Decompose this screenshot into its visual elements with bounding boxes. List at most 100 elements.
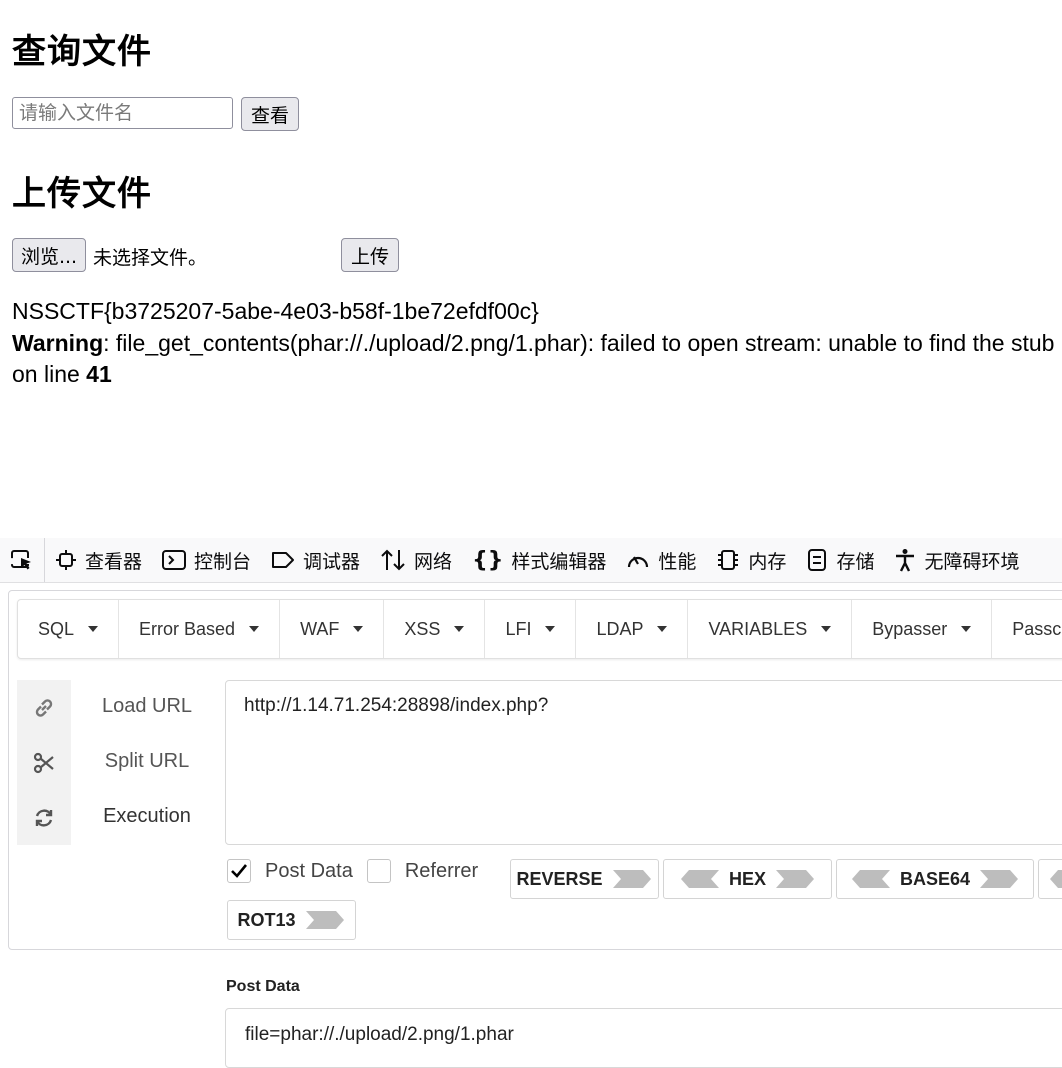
console-icon	[162, 550, 187, 570]
line-prefix: on line	[12, 361, 87, 387]
tab-label: 查看器	[85, 550, 143, 573]
load-url-button[interactable]: Load URL	[87, 695, 207, 718]
php-output: NSSCTF{b3725207-5abe-4e03-b58f-1be72efdf…	[12, 296, 1054, 391]
menu-label: Bypasser	[872, 618, 948, 639]
tab-label: 控制台	[194, 550, 252, 573]
caret-down-icon	[454, 626, 465, 632]
menu-label: VARIABLES	[708, 618, 808, 639]
tab-console[interactable]: 控制台	[152, 538, 261, 582]
menu-label: LFI	[505, 618, 532, 639]
hex-button[interactable]: HEX	[663, 859, 832, 899]
tab-style-editor[interactable]: {} 样式编辑器	[462, 538, 616, 582]
encoder-label: REVERSE	[516, 868, 603, 889]
caret-down-icon	[88, 626, 99, 632]
split-url-button[interactable]: Split URL	[87, 750, 207, 773]
arrow-left-icon	[851, 870, 890, 888]
hackbar-menu: SQL Error Based WAF XSS LFI LDAP VARIABL…	[17, 599, 1062, 659]
encoder-label: BASE64	[899, 868, 971, 889]
accessibility-icon	[896, 549, 915, 572]
caret-down-icon	[249, 626, 260, 632]
line-number: 41	[86, 361, 112, 387]
encoder-label: ROT13	[237, 909, 296, 930]
arrow-right-icon	[305, 911, 344, 929]
style-editor-icon: {}	[472, 547, 504, 573]
post-data-label: Post Data	[265, 859, 353, 882]
execute-button[interactable]: Execution	[87, 805, 207, 828]
arrow-right-icon	[612, 870, 651, 888]
refresh-icon[interactable]	[17, 790, 71, 845]
inspector-icon	[56, 550, 76, 570]
referrer-label: Referrer	[404, 859, 479, 882]
hackbar-panel: SQL Error Based WAF XSS LFI LDAP VARIABL…	[8, 590, 1062, 950]
upload-heading: 上传文件	[12, 174, 152, 214]
url-textarea[interactable]: http://1.14.71.254:28898/index.php?	[225, 680, 1062, 845]
warning-label: Warning	[12, 329, 104, 356]
flag-text: NSSCTF{b3725207-5abe-4e03-b58f-1be72efdf…	[12, 298, 539, 324]
line-info: on line 41	[12, 359, 1054, 391]
arrow-right-icon	[776, 870, 814, 888]
caret-down-icon	[353, 626, 364, 632]
menu-passcode[interactable]: Passcode	[992, 600, 1062, 658]
arrow-left-icon	[680, 870, 719, 888]
menu-bypasser[interactable]: Bypasser	[852, 600, 993, 658]
upload-button[interactable]: 上传	[341, 238, 399, 272]
post-data-heading: Post Data	[226, 978, 300, 995]
network-icon	[381, 549, 405, 571]
warning-text: : file_get_contents(phar://./upload/2.pn…	[103, 329, 1055, 356]
arrow-right-icon	[980, 870, 1019, 888]
base64-button[interactable]: BASE64	[836, 859, 1034, 899]
tab-label: 性能	[658, 550, 697, 573]
tab-performance[interactable]: 性能	[616, 538, 706, 582]
checkmark-icon	[231, 864, 248, 878]
tab-storage[interactable]: 存储	[796, 538, 884, 582]
browse-button[interactable]: 浏览...	[12, 238, 86, 272]
menu-label: Error Based	[139, 618, 236, 639]
tab-debugger[interactable]: 调试器	[261, 538, 370, 582]
tab-memory[interactable]: 内存	[706, 538, 796, 582]
tab-accessibility[interactable]: 无障碍环境	[884, 538, 1029, 582]
menu-xss[interactable]: XSS	[384, 600, 486, 658]
tab-inspector[interactable]: 查看器	[45, 538, 152, 582]
caret-down-icon	[961, 626, 972, 632]
tab-label: 调试器	[303, 550, 361, 573]
tab-label: 内存	[748, 550, 787, 573]
view-button[interactable]: 查看	[241, 97, 299, 131]
menu-error-based[interactable]: Error Based	[119, 600, 281, 658]
post-data-textarea[interactable]: file=phar://./upload/2.png/1.phar	[225, 1008, 1062, 1068]
menu-label: WAF	[300, 618, 340, 639]
hackbar-action-icons	[17, 680, 71, 845]
tab-label: 存储	[836, 550, 875, 573]
menu-variables[interactable]: VARIABLES	[688, 600, 853, 658]
menu-label: LDAP	[596, 618, 644, 639]
performance-icon	[628, 556, 649, 568]
tab-label: 网络	[414, 550, 453, 573]
tab-label: 样式编辑器	[511, 550, 607, 573]
tab-label: 无障碍环境	[924, 550, 1020, 573]
menu-lfi[interactable]: LFI	[485, 600, 577, 658]
element-picker-icon[interactable]	[0, 538, 45, 582]
arrow-left-icon	[1050, 870, 1062, 888]
menu-waf[interactable]: WAF	[280, 600, 385, 658]
scissors-icon[interactable]	[17, 735, 71, 790]
caret-down-icon	[821, 626, 832, 632]
referrer-checkbox[interactable]	[366, 859, 391, 883]
more-encoder-button[interactable]	[1038, 859, 1062, 899]
menu-label: XSS	[404, 618, 441, 639]
reverse-button[interactable]: REVERSE	[510, 859, 659, 899]
tab-network[interactable]: 网络	[370, 538, 462, 582]
devtools-toolbar: 查看器 控制台 调试器 网络 {} 样式编辑器 性能 内存 存储 无障碍环境	[0, 538, 1062, 583]
post-data-checkbox[interactable]	[227, 859, 251, 883]
menu-ldap[interactable]: LDAP	[576, 600, 689, 658]
caret-down-icon	[657, 626, 668, 632]
no-file-label: 未选择文件。	[93, 247, 208, 269]
filename-input[interactable]	[12, 97, 233, 129]
encoder-label: HEX	[728, 868, 766, 889]
link-icon[interactable]	[17, 680, 71, 735]
rot13-button[interactable]: ROT13	[227, 900, 356, 940]
debugger-icon	[272, 552, 295, 568]
menu-label: Passcode	[1012, 618, 1062, 639]
storage-icon	[808, 549, 827, 571]
query-heading: 查询文件	[12, 32, 152, 72]
option-checkboxes: Post Data Referrer	[227, 859, 492, 883]
menu-sql[interactable]: SQL	[18, 600, 120, 658]
